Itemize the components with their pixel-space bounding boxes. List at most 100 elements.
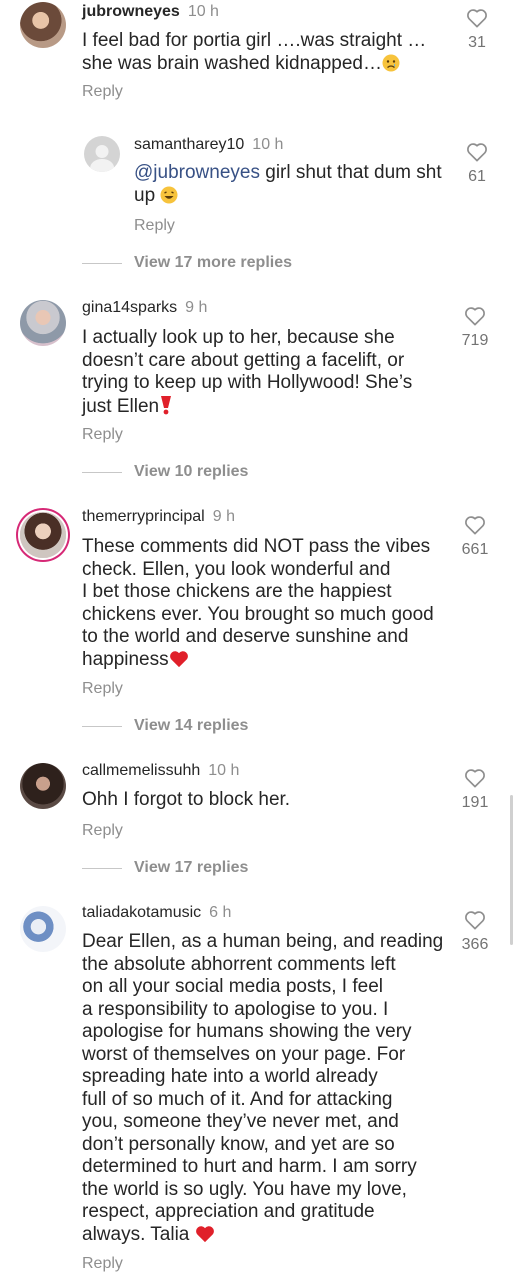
comment-line: just Ellen bbox=[82, 395, 452, 419]
like-button[interactable]: 61 bbox=[462, 142, 492, 186]
comment-line: spreading hate into a world already bbox=[82, 1066, 378, 1087]
timestamp: 6 h bbox=[209, 904, 232, 921]
comment-line: happiness bbox=[82, 649, 452, 672]
heart-outline-icon bbox=[465, 911, 485, 930]
divider bbox=[82, 726, 122, 727]
comment-meta: callmemelissuhh 10 h bbox=[82, 761, 239, 781]
scrollbar[interactable] bbox=[510, 795, 513, 945]
avatar[interactable] bbox=[20, 512, 66, 558]
comment-line: a responsibility to apologise to you. I bbox=[82, 998, 389, 1020]
timestamp: 9 h bbox=[212, 508, 235, 525]
like-button[interactable]: 191 bbox=[460, 768, 490, 812]
avatar[interactable] bbox=[20, 906, 66, 952]
sad-face-emoji bbox=[382, 54, 400, 72]
avatar[interactable] bbox=[20, 300, 66, 346]
timestamp: 10 h bbox=[187, 3, 219, 20]
comment-meta: themerryprincipal 9 h bbox=[82, 507, 235, 527]
like-count: 366 bbox=[461, 936, 489, 953]
username[interactable]: taliadakotamusic bbox=[82, 904, 201, 921]
comment-line-text: she was brain washed kidnapped… bbox=[82, 52, 382, 74]
like-button[interactable]: 661 bbox=[460, 515, 490, 559]
comment-line: the absolute abhorrent comments left bbox=[82, 953, 396, 975]
comment-line: determined to hurt and harm. I am sorry bbox=[82, 1156, 417, 1177]
comment-text: Ohh I forgot to block her. bbox=[82, 789, 452, 812]
red-exclamation-emoji bbox=[159, 395, 177, 414]
comment-line: to the world and deserve sunshine and bbox=[82, 626, 409, 647]
comment-line: apologise for humans showing the very bbox=[82, 1021, 412, 1042]
comment-line: Ohh I forgot to block her. bbox=[82, 789, 291, 810]
timestamp: 10 h bbox=[252, 136, 284, 153]
username[interactable]: jubrowneyes bbox=[82, 3, 180, 20]
comment-line: she was brain washed kidnapped… bbox=[82, 53, 452, 76]
comment-text: I feel bad for portia girl ….was straigh… bbox=[82, 30, 452, 75]
username[interactable]: samantharey10 bbox=[134, 136, 244, 153]
comment-line: These comments did NOT pass the vibes bbox=[82, 536, 431, 557]
comment-text: These comments did NOT pass the vibes ch… bbox=[82, 536, 452, 671]
like-button[interactable]: 719 bbox=[460, 306, 490, 350]
heart-outline-icon bbox=[467, 9, 487, 28]
avatar[interactable] bbox=[20, 763, 66, 809]
comment-line: full of so much of it. And for attacking bbox=[82, 1088, 393, 1110]
comment-line: I actually look up to her, because she bbox=[82, 327, 395, 348]
comment-line: Dear Ellen, as a human being, and readin… bbox=[82, 931, 444, 952]
red-heart-emoji bbox=[169, 650, 188, 668]
username[interactable]: callmemelissuhh bbox=[82, 762, 200, 779]
comment-line: doesn’t care about getting a facelift, o… bbox=[82, 349, 405, 371]
heart-outline-icon bbox=[465, 769, 485, 788]
like-button[interactable]: 31 bbox=[462, 8, 492, 52]
view-replies-label: View 17 more replies bbox=[134, 254, 293, 271]
like-count: 719 bbox=[461, 332, 489, 349]
comment-line: check. Ellen, you look wonderful and bbox=[82, 558, 391, 580]
timestamp: 10 h bbox=[208, 762, 240, 779]
view-replies-label: View 14 replies bbox=[134, 717, 249, 734]
comment-line-text: just Ellen bbox=[82, 395, 160, 417]
comment-text: Dear Ellen, as a human being, and readin… bbox=[82, 931, 452, 1246]
reply-button[interactable]: Reply bbox=[82, 821, 123, 841]
username[interactable]: themerryprincipal bbox=[82, 508, 205, 525]
comment-meta: taliadakotamusic 6 h bbox=[82, 903, 231, 923]
reply-button[interactable]: Reply bbox=[82, 82, 123, 102]
reply-button[interactable]: Reply bbox=[82, 1254, 123, 1274]
comment-line-text: up bbox=[134, 184, 156, 206]
like-count: 661 bbox=[461, 541, 489, 558]
like-count: 31 bbox=[468, 34, 486, 51]
comment-line: worst of themselves on your page. For bbox=[82, 1043, 406, 1065]
heart-outline-icon bbox=[467, 143, 487, 162]
comment-line: on all your social media posts, I feel bbox=[82, 976, 383, 997]
divider bbox=[82, 263, 122, 264]
comment-line-text: girl shut that dum sht bbox=[259, 162, 442, 183]
like-button[interactable]: 366 bbox=[460, 910, 490, 954]
like-count: 61 bbox=[468, 168, 486, 185]
comment-line: chickens ever. You brought so much good bbox=[82, 603, 434, 625]
reply-button[interactable]: Reply bbox=[134, 216, 175, 236]
comment-line: always. Talia bbox=[82, 1224, 452, 1247]
laughing-face-emoji bbox=[160, 186, 178, 204]
divider bbox=[82, 472, 122, 473]
reply-button[interactable]: Reply bbox=[82, 679, 123, 699]
comment-line-text: happiness bbox=[82, 648, 169, 670]
comment-line: @jubrowneyes girl shut that dum sht bbox=[134, 162, 454, 185]
comment-line: I bet those chickens are the happiest bbox=[82, 581, 392, 602]
comment-line: the world is so ugly. You have my love, bbox=[82, 1178, 407, 1200]
comment-meta: samantharey10 10 h bbox=[134, 135, 283, 155]
comment-line: you, someone they’ve never met, and bbox=[82, 1111, 399, 1132]
username[interactable]: gina14sparks bbox=[82, 299, 177, 316]
heart-outline-icon bbox=[465, 307, 485, 326]
mention-link[interactable]: @jubrowneyes bbox=[134, 162, 260, 183]
heart-outline-icon bbox=[465, 516, 485, 535]
comment-meta: gina14sparks 9 h bbox=[82, 298, 207, 318]
divider bbox=[82, 868, 122, 869]
avatar[interactable] bbox=[20, 2, 66, 48]
timestamp: 9 h bbox=[185, 299, 208, 316]
comment-line: I feel bad for portia girl ….was straigh… bbox=[82, 30, 427, 51]
comment-text: I actually look up to her, because she d… bbox=[82, 327, 452, 418]
comment-line: up bbox=[134, 185, 454, 208]
comment-line: don’t personally know, and yet are so bbox=[82, 1133, 395, 1155]
comment-line: trying to keep up with Hollywood! She’s bbox=[82, 372, 413, 393]
comment-meta: jubrowneyes 10 h bbox=[82, 2, 219, 22]
like-count: 191 bbox=[461, 794, 489, 811]
comment-text: @jubrowneyes girl shut that dum sht up bbox=[134, 162, 454, 207]
view-replies-label: View 10 replies bbox=[134, 463, 249, 480]
avatar[interactable] bbox=[84, 136, 120, 172]
reply-button[interactable]: Reply bbox=[82, 425, 123, 445]
